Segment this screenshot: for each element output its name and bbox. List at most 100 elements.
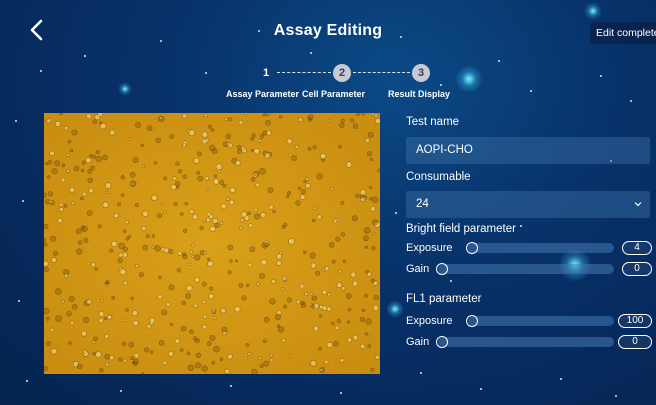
cell-dot (69, 148, 74, 153)
fl1-gain-slider[interactable] (438, 337, 614, 347)
fl1-exposure-value[interactable]: 100 (618, 314, 652, 328)
cell-dot (319, 314, 323, 318)
cell-dot (213, 316, 217, 320)
cell-dot (370, 206, 376, 212)
cell-dot (291, 155, 297, 161)
cell-dot (100, 298, 104, 303)
cell-dot (63, 203, 68, 208)
cell-dot (68, 341, 72, 345)
cell-dot (321, 289, 328, 295)
cell-dot (140, 143, 145, 147)
cell-dot (64, 273, 69, 278)
cell-dot (263, 360, 270, 367)
cell-dot (305, 183, 311, 189)
fl1-gain-value[interactable]: 0 (618, 335, 652, 349)
cell-dot (352, 280, 358, 287)
step-1-marker[interactable]: 1 (257, 64, 275, 82)
cell-dot (60, 177, 66, 183)
fl1-gain-slider-handle[interactable] (436, 336, 448, 348)
cell-dot (177, 251, 182, 256)
cell-dot (240, 218, 245, 223)
cell-dot (81, 330, 88, 337)
fl1-exposure-slider-handle[interactable] (466, 315, 478, 327)
cell-dot (340, 232, 346, 237)
cell-dot (219, 180, 225, 185)
cell-dot (94, 267, 98, 271)
bright-field-gain-value[interactable]: 0 (622, 262, 652, 276)
cell-dot (120, 175, 126, 180)
cell-dot (220, 308, 226, 314)
step-3-label: Result Display (388, 89, 451, 99)
cell-dot (222, 331, 227, 336)
cell-dot (262, 339, 267, 344)
cell-dot (307, 146, 312, 151)
cell-dot (258, 272, 265, 279)
cell-dot (345, 161, 353, 168)
cell-dot (236, 149, 242, 155)
cell-dot (46, 341, 51, 346)
step-2-marker[interactable]: 2 (333, 64, 351, 82)
cell-dot (264, 241, 270, 247)
cell-dot (371, 219, 378, 226)
cell-dot (83, 237, 89, 243)
cell-dot (102, 201, 109, 209)
cell-dot (95, 149, 100, 155)
cell-dot (219, 221, 224, 225)
cell-dot (352, 123, 359, 129)
cell-dot (319, 152, 327, 160)
fl1-exposure-slider[interactable] (468, 316, 614, 326)
cell-dot (213, 174, 218, 178)
cell-dot (104, 182, 112, 189)
cell-dot (46, 175, 51, 179)
cell-dot (130, 296, 134, 301)
cell-dot (44, 192, 47, 198)
cell-dot (369, 197, 373, 201)
cell-dot (274, 314, 282, 321)
cell-dot (186, 128, 191, 133)
cell-dot (316, 173, 323, 180)
cell-dot (248, 223, 253, 228)
cell-dot (359, 189, 367, 196)
cell-dot (146, 323, 152, 329)
cell-dot (95, 351, 102, 358)
consumable-select[interactable]: 24 (406, 191, 650, 218)
cell-dot (373, 294, 379, 301)
cell-dot (201, 138, 208, 145)
cell-dot (44, 161, 49, 166)
cell-dot (48, 199, 53, 204)
cell-dot (50, 348, 58, 355)
cell-dot (269, 358, 274, 363)
cell-dot (265, 113, 270, 117)
cell-dot (168, 248, 174, 254)
cell-field-picture (44, 113, 380, 374)
cell-dot (175, 161, 180, 166)
cell-dot (177, 169, 183, 174)
bright-field-exposure-slider-handle[interactable] (466, 242, 478, 254)
edit-completed-button[interactable]: Edit completed (590, 22, 656, 44)
cell-dot (300, 188, 306, 195)
bright-field-gain-slider[interactable] (438, 264, 614, 274)
cell-dot (286, 297, 292, 303)
cell-dot (131, 310, 138, 317)
bright-field-exposure-slider[interactable] (468, 243, 614, 253)
test-name-input[interactable]: AOPI-CHO (406, 137, 650, 164)
cell-dot (113, 212, 120, 219)
cell-dot (197, 175, 204, 182)
cell-dot (346, 320, 351, 324)
cell-dot (208, 293, 215, 300)
cell-dot (163, 210, 167, 214)
cell-dot (276, 253, 283, 260)
page-title: Assay Editing (273, 22, 383, 39)
cell-dot (172, 176, 177, 181)
cell-dot (180, 325, 187, 332)
cell-dot (102, 113, 106, 116)
bright-field-exposure-value[interactable]: 4 (622, 241, 652, 255)
cell-dot (87, 169, 93, 174)
cell-dot (182, 143, 187, 148)
cell-dot (315, 270, 321, 276)
step-3-marker[interactable]: 3 (412, 64, 430, 82)
cell-dot (142, 244, 148, 251)
cell-dot (189, 250, 194, 254)
cell-dot (187, 364, 195, 372)
bright-field-gain-slider-handle[interactable] (436, 263, 448, 275)
